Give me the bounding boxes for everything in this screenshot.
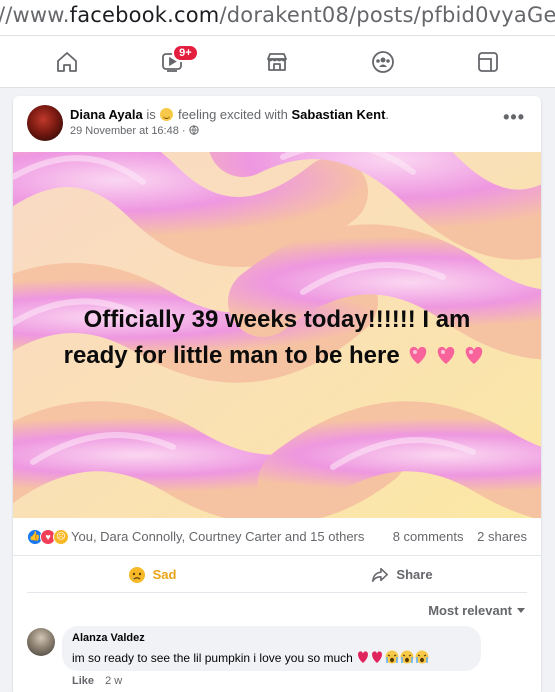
sort-label: Most relevant	[428, 603, 512, 618]
post-text-line-1: Officially 39 weeks today!!!!!! I am	[83, 306, 471, 333]
comment-bubble: Alanza Valdez im so ready to see the lil…	[62, 626, 481, 671]
groups-icon	[371, 50, 394, 73]
feeling-text: feeling excited with	[178, 107, 288, 122]
sparkling-hearts-icon	[410, 346, 483, 364]
url-prefix: //www.	[0, 3, 70, 27]
share-label: Share	[396, 567, 433, 582]
post-header-text: Diana Ayala is feeling excited with Saba…	[70, 107, 389, 137]
nav-watch-button[interactable]: 9+	[150, 42, 199, 82]
nav-marketplace-button[interactable]	[255, 42, 299, 82]
comments-count[interactable]: 8 comments	[393, 529, 464, 544]
nav-gaming-button[interactable]	[466, 42, 510, 82]
post-card: Diana Ayala is feeling excited with Saba…	[13, 96, 541, 692]
comment-like-button[interactable]: Like	[72, 675, 94, 687]
watch-badge: 9+	[172, 43, 199, 62]
post-options-button[interactable]: •••	[503, 108, 525, 126]
sad-face-icon	[128, 566, 145, 583]
post-stats: 8 comments 2 shares	[383, 529, 527, 544]
feeling-excited-icon	[160, 108, 174, 121]
marketplace-icon	[267, 52, 288, 71]
period: .	[385, 107, 390, 122]
url-host: facebook.com	[69, 3, 220, 27]
commenter-avatar[interactable]	[27, 628, 55, 656]
caret-down-icon	[517, 608, 525, 613]
comment-text: im so ready to see the lil pumpkin i lov…	[72, 649, 471, 665]
post-text: Officially 39 weeks today!!!!!! I am rea…	[13, 302, 541, 374]
author-avatar[interactable]	[27, 105, 63, 141]
author-name[interactable]: Diana Ayala	[70, 107, 143, 122]
url-text[interactable]: //www.facebook.com/dorakent08/posts/pfbi…	[0, 3, 555, 27]
tagged-user[interactable]: Sabastian Kent	[291, 107, 385, 122]
post-timestamp[interactable]: 29 November at 16:48 ·	[70, 125, 186, 137]
commenter-name[interactable]: Alanza Valdez	[72, 632, 471, 644]
sad-label: Sad	[152, 567, 177, 582]
comment-meta: Like 2 w	[72, 675, 122, 687]
top-navigation: 9+	[0, 36, 555, 88]
nav-home-button[interactable]	[45, 42, 89, 82]
post-background-image: Officially 39 weeks today!!!!!! I am rea…	[13, 152, 541, 518]
sad-reaction-icon: ☹	[53, 528, 69, 545]
is-word: is	[146, 107, 156, 122]
reaction-icons[interactable]: 👍 ♥ ☹	[27, 528, 69, 545]
shares-count[interactable]: 2 shares	[477, 529, 527, 544]
comment-sort-dropdown[interactable]: Most relevant	[428, 603, 525, 618]
globe-icon	[188, 125, 199, 135]
comment-emojis-icon	[358, 650, 429, 664]
comment-age[interactable]: 2 w	[105, 675, 122, 687]
browser-url-bar[interactable]: //www.facebook.com/dorakent08/posts/pfbi…	[0, 0, 555, 36]
sad-reaction-button[interactable]: Sad	[27, 557, 277, 592]
url-path: /dorakent08/posts/pfbid0vyaGeszw1vgYt	[219, 3, 555, 27]
comment-text-words: im so ready to see the lil pumpkin i lov…	[72, 651, 353, 665]
nav-groups-button[interactable]	[361, 42, 405, 82]
post-text-line-2: ready for little man to be here	[13, 338, 541, 374]
reactions-summary: 👍 ♥ ☹ You, Dara Connolly, Courtney Carte…	[13, 518, 541, 556]
share-button[interactable]: Share	[277, 557, 527, 592]
reaction-names[interactable]: You, Dara Connolly, Courtney Carter and …	[71, 529, 383, 544]
share-icon	[372, 567, 389, 582]
post-author-line: Diana Ayala is feeling excited with Saba…	[70, 107, 389, 122]
post-meta: 29 November at 16:48 ·	[70, 125, 389, 137]
gaming-icon	[478, 51, 499, 72]
post-text-line-2-words: ready for little man to be here	[63, 342, 400, 369]
home-icon	[56, 51, 77, 72]
post-header: Diana Ayala is feeling excited with Saba…	[13, 96, 541, 152]
post-actions: Sad Share	[27, 557, 527, 593]
